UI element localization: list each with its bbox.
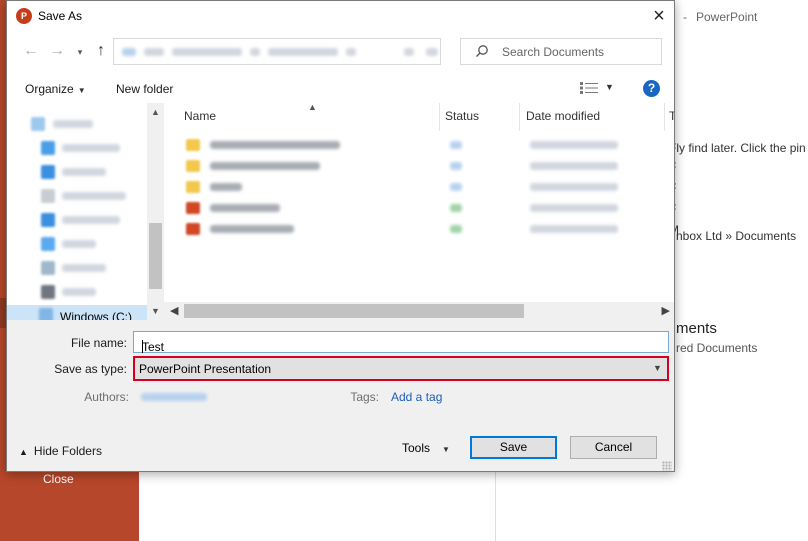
scroll-down-icon[interactable]: ▼ <box>151 306 160 316</box>
backstage-hint: Fly find later. Click the pin <box>669 141 806 155</box>
save-form: File name: Test Save as type: PowerPoint… <box>7 320 674 471</box>
organize-button[interactable]: Organize ▼ <box>25 82 86 96</box>
drive-icon <box>39 308 53 320</box>
folder-icon <box>186 160 200 172</box>
cancel-button[interactable]: Cancel <box>570 436 657 459</box>
powerpoint-icon: P <box>16 8 32 24</box>
save-type-label: Save as type: <box>54 362 127 376</box>
help-icon[interactable]: ? <box>643 80 660 97</box>
up-arrow-icon[interactable]: ↑ <box>91 41 111 61</box>
column-divider[interactable] <box>664 103 665 131</box>
resize-grip[interactable] <box>662 461 672 471</box>
backstage-divider <box>495 472 496 541</box>
text-cursor <box>142 340 143 353</box>
search-input[interactable]: Search Documents <box>460 38 662 65</box>
tags-label: Tags: <box>350 390 379 404</box>
scroll-thumb[interactable] <box>149 223 162 289</box>
authors-value[interactable] <box>141 393 207 401</box>
recent-locations-chevron-icon[interactable]: ▾ <box>70 42 90 62</box>
search-placeholder: Search Documents <box>502 45 605 59</box>
column-header-name[interactable]: Name <box>184 109 216 123</box>
dialog-titlebar: P Save As × <box>7 1 674 32</box>
chevron-up-icon: ▲ <box>19 447 28 457</box>
folder-icon <box>186 139 200 151</box>
backstage-location: nbox Ltd » Documents <box>676 229 797 243</box>
save-type-value: PowerPoint Presentation <box>139 362 272 376</box>
scroll-left-icon[interactable]: ◀ <box>170 304 178 317</box>
file-name-field[interactable]: Test <box>133 331 669 354</box>
sort-ascending-icon: ▲ <box>308 103 317 112</box>
file-row[interactable] <box>164 156 674 177</box>
chevron-down-icon: ▼ <box>653 363 662 373</box>
file-row[interactable] <box>164 177 674 198</box>
tree-item[interactable] <box>7 185 152 207</box>
hide-folders-button[interactable]: ▲ Hide Folders <box>19 444 102 458</box>
dialog-toolbar: Organize ▼ New folder ▼ ? <box>7 72 674 103</box>
tree-item[interactable] <box>7 137 152 159</box>
tree-item[interactable] <box>7 257 152 279</box>
view-chevron-down-icon[interactable]: ▼ <box>605 82 614 92</box>
scroll-right-icon[interactable]: ▶ <box>662 304 670 317</box>
column-divider[interactable] <box>439 103 440 131</box>
address-bar[interactable] <box>113 38 441 65</box>
file-row[interactable] <box>164 198 674 219</box>
backstage-close[interactable]: Close <box>43 472 74 486</box>
tree-item-label: Windows (C:) <box>60 310 133 320</box>
tools-button[interactable]: Tools ▼ <box>402 441 450 455</box>
tree-item[interactable] <box>7 161 152 183</box>
add-tag-link[interactable]: Add a tag <box>391 390 442 404</box>
back-arrow-icon[interactable]: ← <box>21 41 41 61</box>
file-row[interactable] <box>164 135 674 156</box>
column-header-type[interactable]: T <box>669 109 674 123</box>
organize-label: Organize <box>25 82 74 96</box>
close-icon[interactable]: × <box>647 5 671 27</box>
folder-icon <box>186 181 200 193</box>
navigation-bar: ← → ▾ ↑ Search Documents <box>7 32 674 72</box>
save-button[interactable]: Save <box>470 436 557 459</box>
file-name-label: File name: <box>70 336 127 350</box>
file-row[interactable] <box>164 219 674 240</box>
hide-folders-label: Hide Folders <box>33 444 102 458</box>
save-as-dialog: P Save As × ← → ▾ ↑ Search Documents Org… <box>6 0 675 472</box>
dialog-title: Save As <box>38 9 83 23</box>
tree-item[interactable] <box>7 281 152 303</box>
tree-item[interactable] <box>7 233 152 255</box>
tree-item[interactable] <box>7 209 152 231</box>
title-separator: - <box>683 10 687 24</box>
column-divider[interactable] <box>519 103 520 131</box>
view-options-icon[interactable] <box>580 82 598 94</box>
tools-label: Tools <box>402 441 431 455</box>
save-type-select[interactable]: PowerPoint Presentation ▼ <box>133 356 669 381</box>
scroll-up-icon[interactable]: ▲ <box>151 107 160 117</box>
column-header-date-modified[interactable]: Date modified <box>526 109 600 123</box>
powerpoint-file-icon <box>186 202 200 214</box>
column-header-status[interactable]: Status <box>445 109 479 123</box>
tree-item-windows-c[interactable]: Windows (C:) <box>7 305 152 320</box>
file-name-value: Test <box>142 340 165 354</box>
forward-arrow-icon[interactable]: → <box>47 41 67 61</box>
scroll-thumb[interactable] <box>184 304 524 318</box>
chevron-down-icon: ▼ <box>442 445 450 454</box>
navigation-tree: Windows (C:) <box>7 103 164 320</box>
backstage-subheading: red Documents <box>676 341 758 355</box>
search-icon <box>476 45 488 57</box>
file-list: ▲ Name Status Date modified T <box>164 103 674 302</box>
file-list-horizontal-scrollbar[interactable]: ◀ ▶ <box>164 302 674 320</box>
chevron-down-icon: ▼ <box>77 86 86 95</box>
app-title: PowerPoint <box>696 10 758 24</box>
authors-label: Authors: <box>84 390 129 404</box>
backstage-heading: ments <box>676 320 717 337</box>
tree-vertical-scrollbar[interactable]: ▲ ▼ <box>147 103 164 320</box>
new-folder-button[interactable]: New folder <box>116 82 173 96</box>
powerpoint-file-icon <box>186 223 200 235</box>
tree-item[interactable] <box>7 113 152 135</box>
